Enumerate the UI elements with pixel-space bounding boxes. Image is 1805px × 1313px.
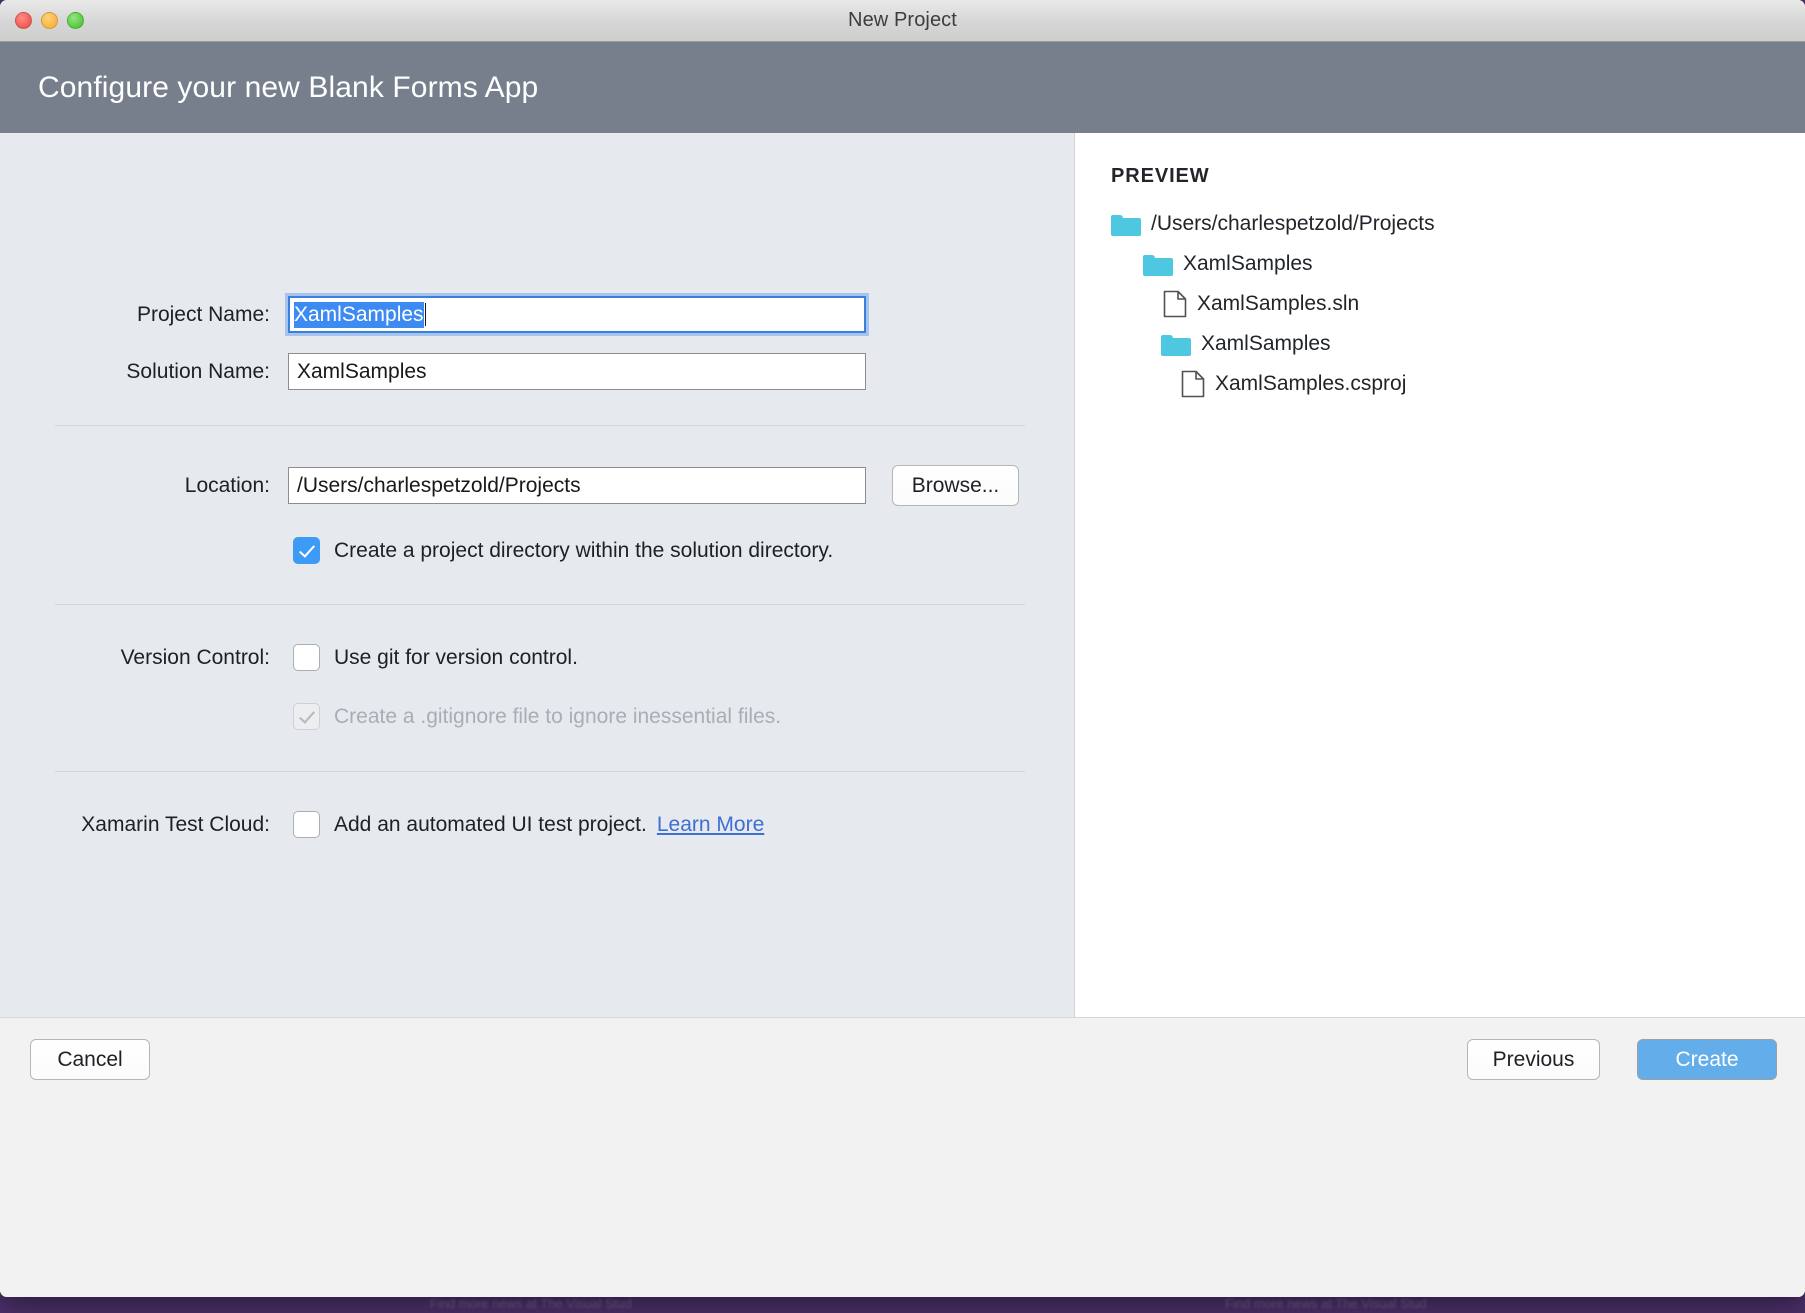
footer-buttons: Cancel Previous Create — [0, 1039, 1805, 1084]
create-button[interactable]: Create — [1637, 1039, 1777, 1080]
gitignore-checkbox — [293, 703, 320, 730]
dialog-header: Configure your new Blank Forms App — [0, 42, 1805, 133]
file-icon — [1181, 370, 1205, 398]
window-title: New Project — [0, 9, 1805, 32]
tree-item-label: XamlSamples — [1201, 332, 1331, 356]
test-cloud-label: Xamarin Test Cloud: — [0, 813, 270, 837]
project-name-input[interactable]: XamlSamples — [288, 296, 866, 333]
tree-row[interactable]: XamlSamples — [1111, 324, 1805, 364]
preview-pane: PREVIEW /Users/charlespetzold/Projects X… — [1075, 133, 1805, 1017]
new-project-dialog: New Project Configure your new Blank For… — [0, 0, 1805, 1297]
dialog-footer: Cancel Previous Create — [0, 1017, 1805, 1297]
previous-button[interactable]: Previous — [1467, 1039, 1600, 1080]
background-text-left: Find more news at The Visual Stud — [430, 1296, 632, 1311]
project-directory-checkbox-row[interactable]: Create a project directory within the so… — [293, 537, 833, 564]
project-directory-label: Create a project directory within the so… — [334, 539, 833, 563]
tree-row[interactable]: XamlSamples — [1111, 244, 1805, 284]
page-title: Configure your new Blank Forms App — [38, 71, 538, 105]
window-titlebar[interactable]: New Project — [0, 0, 1805, 42]
tree-item-label: XamlSamples — [1183, 252, 1313, 276]
use-git-label: Use git for version control. — [334, 646, 578, 670]
tree-item-label: XamlSamples.sln — [1197, 292, 1359, 316]
location-input[interactable]: /Users/charlespetzold/Projects — [288, 467, 866, 504]
project-name-label: Project Name: — [0, 303, 270, 327]
divider-3 — [55, 771, 1025, 772]
solution-name-value: XamlSamples — [297, 360, 427, 384]
test-cloud-row: Xamarin Test Cloud: Add an automated UI … — [0, 811, 764, 838]
ui-test-label: Add an automated UI test project. — [334, 813, 647, 837]
folder-icon — [1143, 253, 1173, 276]
cancel-button[interactable]: Cancel — [30, 1039, 150, 1080]
dialog-body: Project Name: XamlSamples Solution Name:… — [0, 133, 1805, 1017]
ui-test-checkbox[interactable] — [293, 811, 320, 838]
tree-row[interactable]: XamlSamples.csproj — [1111, 364, 1805, 404]
tree-row[interactable]: /Users/charlespetzold/Projects — [1111, 204, 1805, 244]
gitignore-row: Create a .gitignore file to ignore iness… — [293, 703, 781, 730]
project-name-value: XamlSamples — [294, 302, 424, 328]
project-directory-checkbox[interactable] — [293, 537, 320, 564]
file-icon — [1163, 290, 1187, 318]
tree-item-label: XamlSamples.csproj — [1215, 372, 1406, 396]
solution-name-row: Solution Name: XamlSamples — [0, 353, 880, 390]
project-name-row: Project Name: XamlSamples — [0, 296, 880, 333]
text-caret — [425, 303, 426, 326]
folder-icon — [1161, 333, 1191, 356]
location-row: Location: /Users/charlespetzold/Projects… — [0, 465, 1020, 506]
solution-name-input[interactable]: XamlSamples — [288, 353, 866, 390]
browse-button[interactable]: Browse... — [892, 465, 1019, 506]
use-git-checkbox[interactable] — [293, 644, 320, 671]
tree-row[interactable]: XamlSamples.sln — [1111, 284, 1805, 324]
version-control-row: Version Control: Use git for version con… — [0, 644, 578, 671]
gitignore-label: Create a .gitignore file to ignore iness… — [334, 705, 781, 729]
version-control-label: Version Control: — [0, 646, 270, 670]
form-pane: Project Name: XamlSamples Solution Name:… — [0, 133, 1075, 1017]
learn-more-link[interactable]: Learn More — [657, 813, 764, 837]
location-label: Location: — [0, 474, 270, 498]
divider-1 — [55, 425, 1025, 426]
preview-heading: PREVIEW — [1111, 165, 1805, 188]
divider-2 — [55, 604, 1025, 605]
background-text-right: Find more news at The Visual Stud — [1225, 1296, 1427, 1311]
location-value: /Users/charlespetzold/Projects — [297, 474, 581, 498]
solution-name-label: Solution Name: — [0, 360, 270, 384]
tree-item-label: /Users/charlespetzold/Projects — [1151, 212, 1435, 236]
folder-icon — [1111, 213, 1141, 236]
